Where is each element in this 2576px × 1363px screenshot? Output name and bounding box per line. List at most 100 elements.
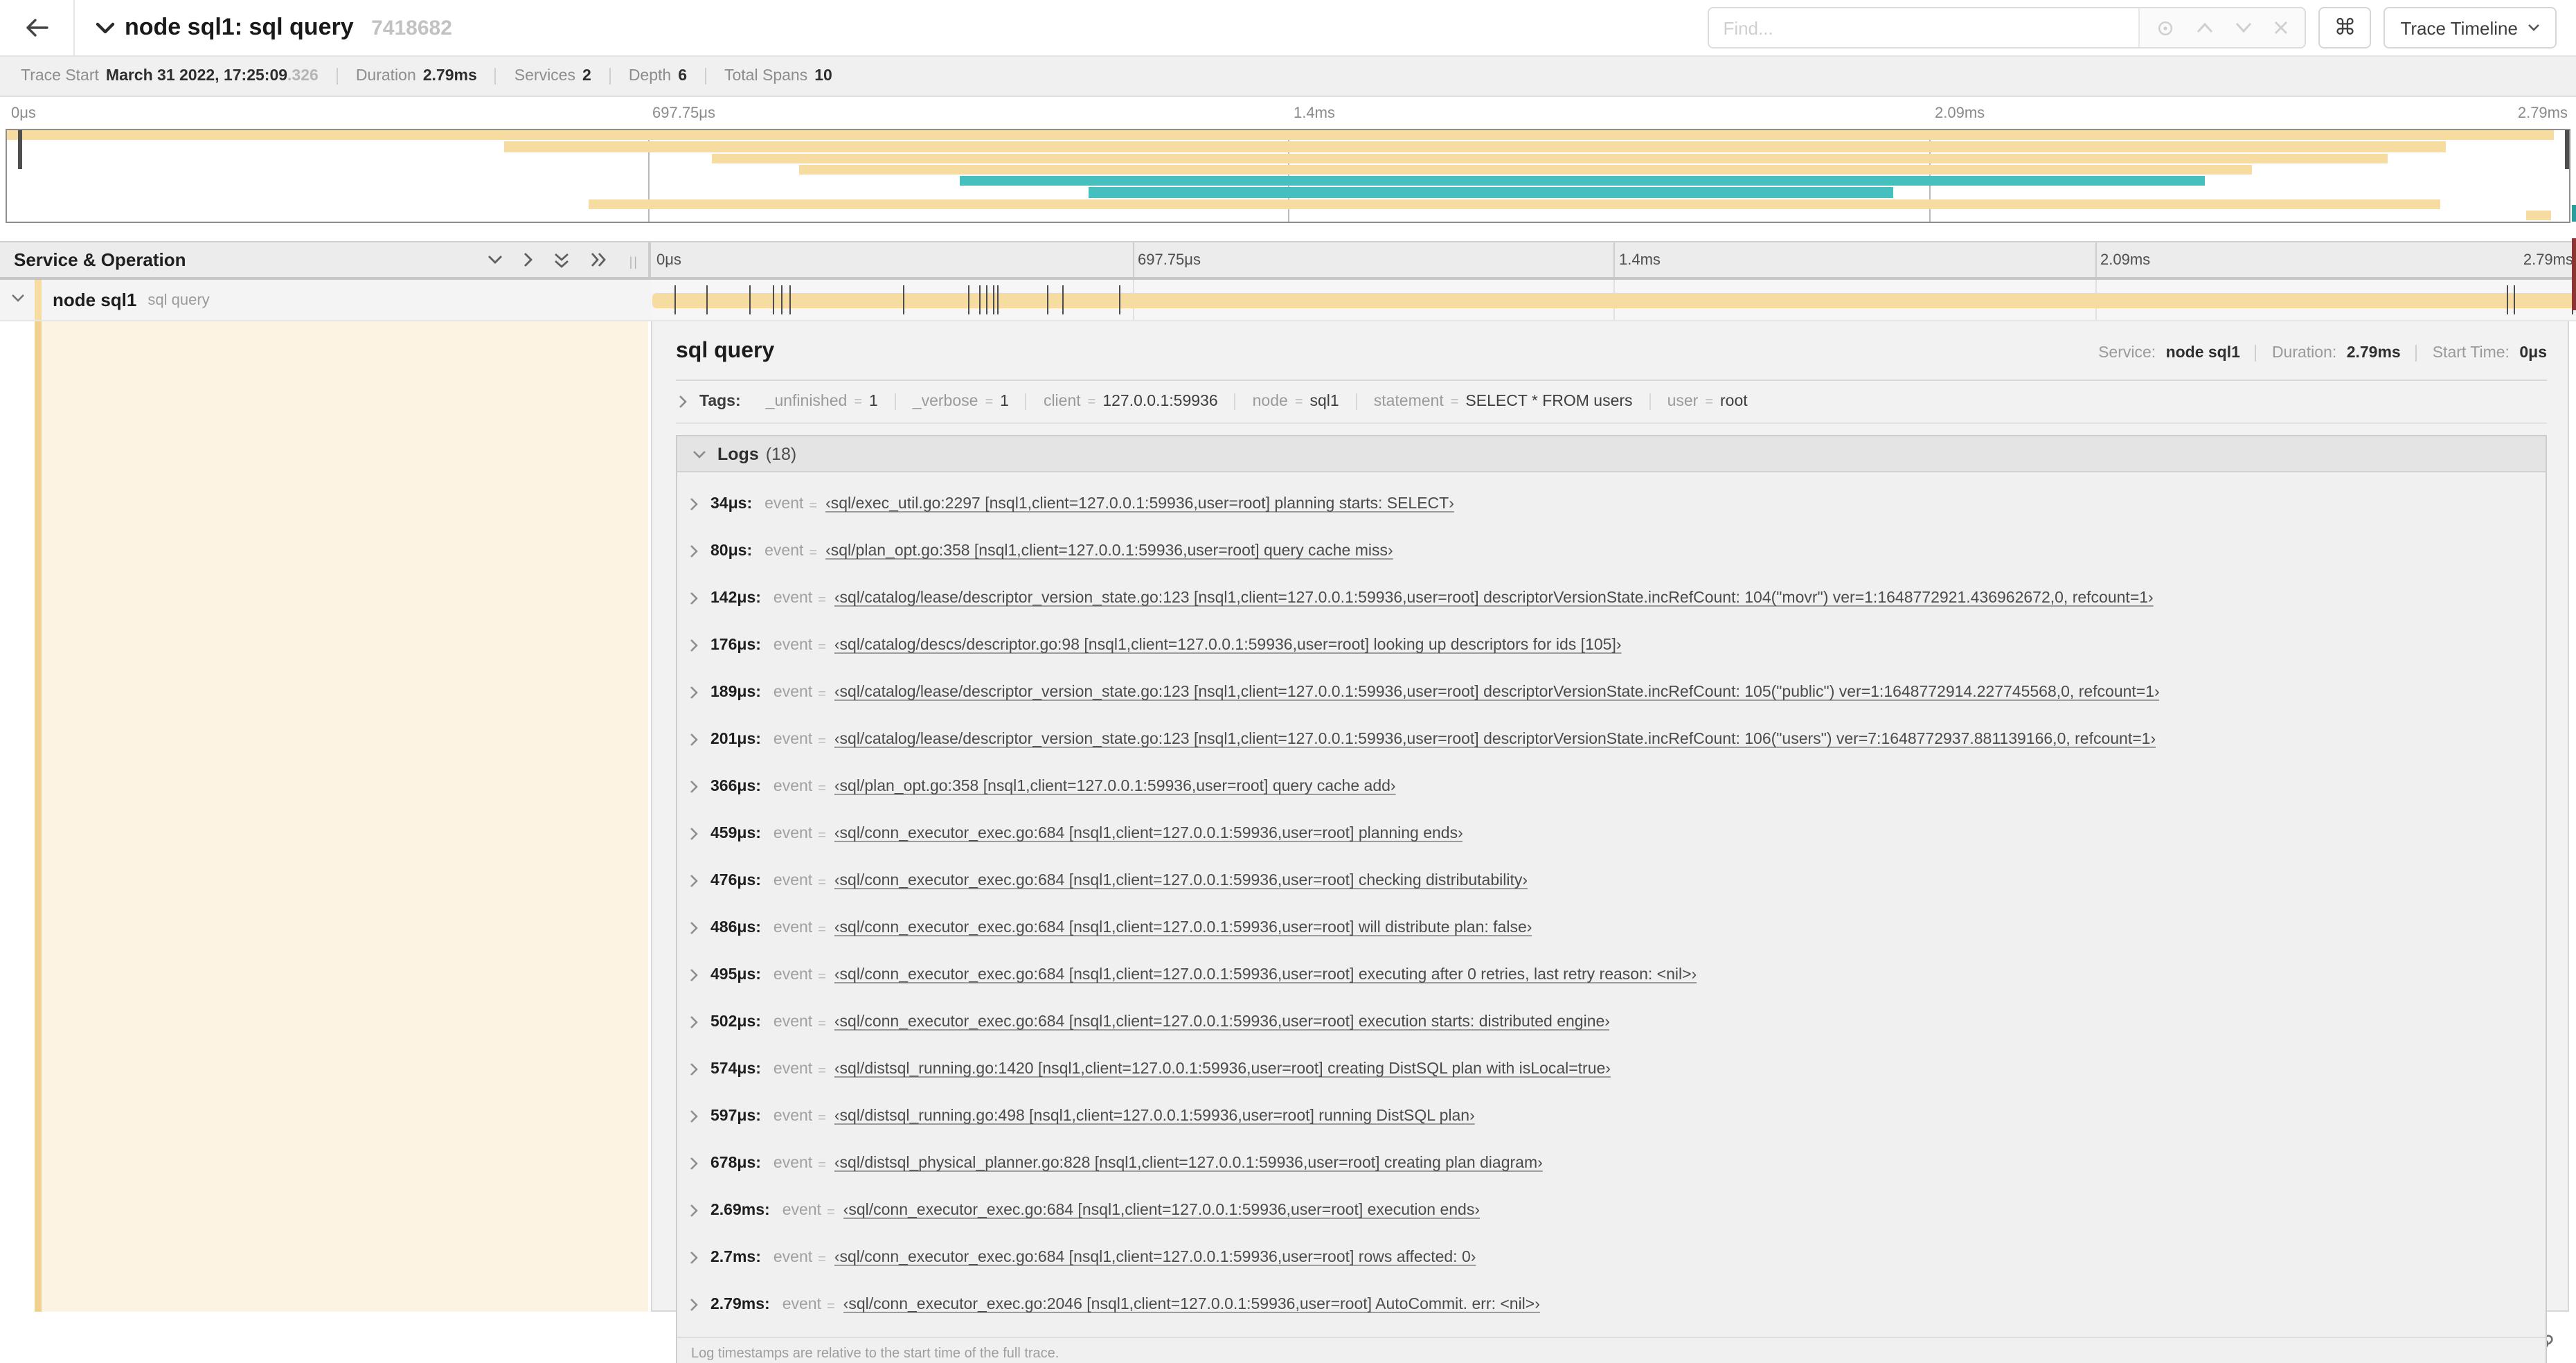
collapse-one-icon[interactable] [488,255,503,265]
command-icon: ⌘ [2334,17,2356,40]
log-marker-tick[interactable] [781,285,783,314]
chevron-down-icon[interactable] [11,294,25,303]
log-timestamp: 502μs: [710,1014,761,1031]
log-timestamp: 678μs: [710,1155,761,1172]
find-buttons [2138,8,2305,47]
minimap-drag-handle-right[interactable] [2565,130,2569,169]
column-resizer-handle[interactable]: || [629,255,638,269]
log-field-value: ‹sql/exec_util.go:2297 [nsql1,client=127… [825,496,1454,513]
next-result-icon[interactable] [2235,22,2252,33]
find-input[interactable] [1709,8,2139,47]
log-field-key: event [773,1108,813,1125]
log-entry[interactable]: 574μs: event = ‹sql/distsql_running.go:1… [677,1047,2546,1094]
trace-meta-item: Depth 6 [609,68,705,84]
logs-list: 34μs: event = ‹sql/exec_util.go:2297 [ns… [677,472,2546,1337]
tag-key: client [1043,393,1081,410]
log-marker-tick[interactable] [967,285,969,314]
log-equals: = [818,923,826,938]
ruler-tick-label: 1.4ms [1294,105,1335,122]
span-name-cell[interactable]: node sql1 sql query [0,280,651,320]
tag-item: _verbose = 1 [894,393,1026,410]
log-entry[interactable]: 34μs: event = ‹sql/exec_util.go:2297 [ns… [677,482,2546,529]
span-duration-bar[interactable] [652,292,2575,308]
log-field-value: ‹sql/conn_executor_exec.go:2046 [nsql1,c… [843,1297,1540,1313]
log-entry[interactable]: 597μs: event = ‹sql/distsql_running.go:4… [677,1094,2546,1141]
log-entry[interactable]: 176μs: event = ‹sql/catalog/descs/descri… [677,623,2546,670]
service-color-stripe [35,321,42,1312]
log-entry[interactable]: 2.79ms: event = ‹sql/conn_executor_exec.… [677,1283,2546,1330]
tag-value: sql1 [1309,393,1339,410]
log-marker-tick[interactable] [986,285,988,314]
log-marker-tick[interactable] [1046,285,1048,314]
log-field-value: ‹sql/conn_executor_exec.go:684 [nsql1,cl… [834,920,1532,936]
log-marker-tick[interactable] [789,285,791,314]
log-field-key: event [773,731,813,748]
log-equals: = [826,1205,835,1220]
log-marker-tick[interactable] [2507,285,2509,314]
log-marker-tick[interactable] [674,285,676,314]
trace-view-selector[interactable]: Trace Timeline [2383,7,2557,48]
log-entry[interactable]: 495μs: event = ‹sql/conn_executor_exec.g… [677,953,2546,1000]
log-entry[interactable]: 201μs: event = ‹sql/catalog/lease/descri… [677,718,2546,765]
log-marker-tick[interactable] [997,285,999,314]
log-marker-tick[interactable] [992,285,994,314]
log-marker-tick[interactable] [2514,285,2516,314]
log-marker-tick[interactable] [772,285,774,314]
log-marker-tick[interactable] [979,285,981,314]
span-timeline-cell[interactable] [651,280,2576,320]
top-bar: node sql1: sql query 7418682 Find... ⌘ T… [0,0,2576,57]
trace-collapse-toggle[interactable] [96,21,115,34]
log-entry[interactable]: 2.69ms: event = ‹sql/conn_executor_exec.… [677,1188,2546,1236]
chevron-right-icon [690,827,698,841]
ruler-tick-label: 2.79ms [2523,252,2573,269]
log-field-value: ‹sql/catalog/lease/descriptor_version_st… [834,590,2154,607]
keyboard-shortcuts-button[interactable]: ⌘ [2318,7,2372,48]
meta-value: 10 [814,68,832,84]
log-field-value: ‹sql/catalog/descs/descriptor.go:98 [nsq… [834,637,1622,654]
log-field-value: ‹sql/catalog/lease/descriptor_version_st… [834,731,2156,748]
logs-footnote: Log timestamps are relative to the start… [677,1337,2546,1363]
minimap-span-bar [2525,210,2552,220]
right-edge-scroll-indicator [2572,238,2576,310]
expand-one-icon[interactable] [524,252,533,267]
log-field-key: event [782,1202,821,1219]
chevron-down-icon [2528,24,2540,32]
collapse-all-icon[interactable] [554,251,569,268]
tags-accordion[interactable]: Tags: _unfinished = 1 _verbose = 1 clien… [676,381,2547,424]
log-entry[interactable]: 459μs: event = ‹sql/conn_executor_exec.g… [677,812,2546,859]
log-marker-tick[interactable] [903,285,905,314]
focus-match-icon[interactable] [2156,19,2174,37]
log-field-value: ‹sql/conn_executor_exec.go:684 [nsql1,cl… [843,1202,1481,1219]
log-field-value: ‹sql/conn_executor_exec.go:684 [nsql1,cl… [834,967,1697,983]
prev-result-icon[interactable] [2197,22,2213,33]
span-meta-label: Duration: [2271,345,2337,362]
log-marker-tick[interactable] [1118,285,1120,314]
log-field-key: event [764,496,804,513]
logs-accordion-header[interactable]: Logs (18) [677,436,2546,472]
tag-equals: = [1450,395,1459,410]
log-marker-tick[interactable] [706,285,708,314]
log-entry[interactable]: 678μs: event = ‹sql/distsql_physical_pla… [677,1141,2546,1188]
expand-all-icon[interactable] [590,252,607,267]
minimap-drag-handle-left[interactable] [18,130,23,169]
log-entry[interactable]: 476μs: event = ‹sql/conn_executor_exec.g… [677,859,2546,906]
log-marker-tick[interactable] [749,285,751,314]
log-entry[interactable]: 142μs: event = ‹sql/catalog/lease/descri… [677,576,2546,623]
log-entry[interactable]: 486μs: event = ‹sql/conn_executor_exec.g… [677,906,2546,953]
clear-search-icon[interactable] [2274,21,2288,35]
back-arrow-icon [25,18,48,37]
log-timestamp: 201μs: [710,731,761,748]
back-button[interactable] [0,0,75,55]
log-entry[interactable]: 502μs: event = ‹sql/conn_executor_exec.g… [677,1000,2546,1047]
log-timestamp: 142μs: [710,590,761,607]
log-entry[interactable]: 189μs: event = ‹sql/catalog/lease/descri… [677,670,2546,718]
tag-item: client = 127.0.0.1:59936 [1025,393,1235,410]
log-field-key: event [773,684,813,701]
log-field-value: ‹sql/conn_executor_exec.go:684 [nsql1,cl… [834,1014,1610,1031]
log-entry[interactable]: 366μs: event = ‹sql/plan_opt.go:358 [nsq… [677,765,2546,812]
minimap-canvas[interactable] [6,129,2570,223]
logs-count: (18) [765,444,797,463]
log-marker-tick[interactable] [1062,285,1064,314]
log-entry[interactable]: 80μs: event = ‹sql/plan_opt.go:358 [nsql… [677,529,2546,576]
log-entry[interactable]: 2.7ms: event = ‹sql/conn_executor_exec.g… [677,1236,2546,1283]
